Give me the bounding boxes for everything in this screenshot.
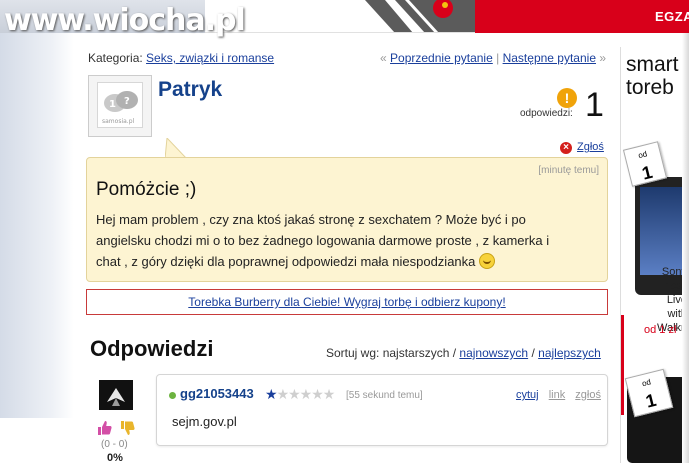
speech-bubbles-icon: 1 ? samosia.pl [102, 91, 138, 125]
price-tag-2-value: 1 [643, 389, 659, 412]
speech-tail [165, 138, 188, 159]
question-title: Pomóżcie ;) [96, 179, 197, 200]
ad-red-accent [621, 315, 624, 415]
previous-question-link[interactable]: Poprzednie pytanie [390, 51, 493, 65]
right-edge-shadow [682, 33, 689, 463]
answer-box [156, 374, 608, 446]
category-label: Kategoria: [88, 51, 143, 65]
question-box: [minutę temu] Pomóżcie ;) Hej mam proble… [86, 157, 608, 282]
nav-divider: | [496, 51, 500, 65]
phone-screen [640, 187, 686, 275]
answer-text: sejm.gov.pl [172, 414, 237, 429]
answers-heading: Odpowiedzi [90, 336, 214, 361]
thumb-down-icon[interactable] [119, 420, 135, 436]
samosia-logo-icon: 1 ? samosia.pl [97, 82, 143, 128]
report-link[interactable]: Zgłoś [577, 141, 604, 153]
side-ad-headline: smart do ka toreb [626, 53, 689, 99]
star-filled-icon: ★ [265, 386, 278, 402]
question-mark-icon: ! [557, 88, 577, 108]
vote-count: (0 - 0) [101, 439, 128, 450]
rating-stars: ★★★★★★ [265, 386, 336, 403]
avatar-logo-text: samosia.pl [102, 118, 135, 125]
quote-link[interactable]: cytuj [516, 389, 539, 401]
answers-count-value: 1 [585, 86, 604, 124]
answer-time: [55 sekund temu] [346, 390, 423, 401]
sort-divider: / [531, 346, 535, 360]
category-link[interactable]: Seks, związki i romanse [146, 51, 274, 65]
vote-percent: 0% [107, 452, 123, 463]
top-ad-banner[interactable]: EGZA [475, 0, 689, 33]
answer-actions: cytuj link zgłoś [516, 389, 608, 401]
report-answer-link[interactable]: zgłoś [575, 389, 601, 401]
svg-text:?: ? [124, 96, 130, 107]
thumb-up-icon[interactable] [96, 420, 112, 436]
sort-best-link[interactable]: najlepszych [538, 346, 601, 360]
author-avatar[interactable]: 1 ? samosia.pl [88, 75, 152, 137]
side-ad-price: od 1 zł [644, 324, 677, 336]
author-name[interactable]: Patryk [158, 78, 222, 102]
answers-count-label: odpowiedzi: [520, 108, 573, 119]
wink-smiley-icon [479, 253, 496, 269]
banner-illustration [205, 0, 475, 33]
question-body: Hej mam problem , czy zna ktoś jakaś str… [96, 209, 561, 272]
question-navigation: « Poprzednie pytanie | Następne pytanie … [380, 51, 606, 65]
star-empty-icon: ★★★★★ [276, 386, 336, 402]
answer-author[interactable]: gg21053443 [180, 386, 254, 401]
next-question-link[interactable]: Następne pytanie [503, 51, 596, 65]
question-time: [minutę temu] [538, 165, 599, 176]
watermark: www.wiocha.pl [4, 3, 246, 38]
cartoon-road-image [365, 0, 475, 32]
sort-options: Sortuj wg: najstarszych / najnowszych / … [326, 346, 601, 360]
top-ad-text: EGZA [655, 9, 689, 24]
permalink-link[interactable]: link [549, 389, 566, 401]
price-tag-value: 1 [639, 161, 655, 184]
online-status-icon [169, 392, 176, 399]
report-icon[interactable]: × [560, 142, 572, 154]
left-background-strip [0, 33, 74, 418]
promo-link[interactable]: Torebka Burberry dla Ciebie! Wygraj torb… [188, 295, 505, 309]
prev-arrow: « [380, 51, 387, 65]
promo-banner: Torebka Burberry dla Ciebie! Wygraj torb… [86, 289, 608, 315]
sort-newest-link[interactable]: najnowszych [459, 346, 528, 360]
next-arrow: » [599, 51, 607, 65]
answer-avatar[interactable] [99, 380, 133, 410]
bird-avatar-icon [107, 388, 125, 406]
breadcrumb: Kategoria: Seks, związki i romanse [88, 51, 274, 65]
side-ad[interactable]: smart do ka toreb od 1 Sony Ericsson Liv… [620, 47, 689, 463]
svg-text:1: 1 [109, 99, 116, 110]
sort-label: Sortuj wg: najstarszych / [326, 346, 457, 360]
